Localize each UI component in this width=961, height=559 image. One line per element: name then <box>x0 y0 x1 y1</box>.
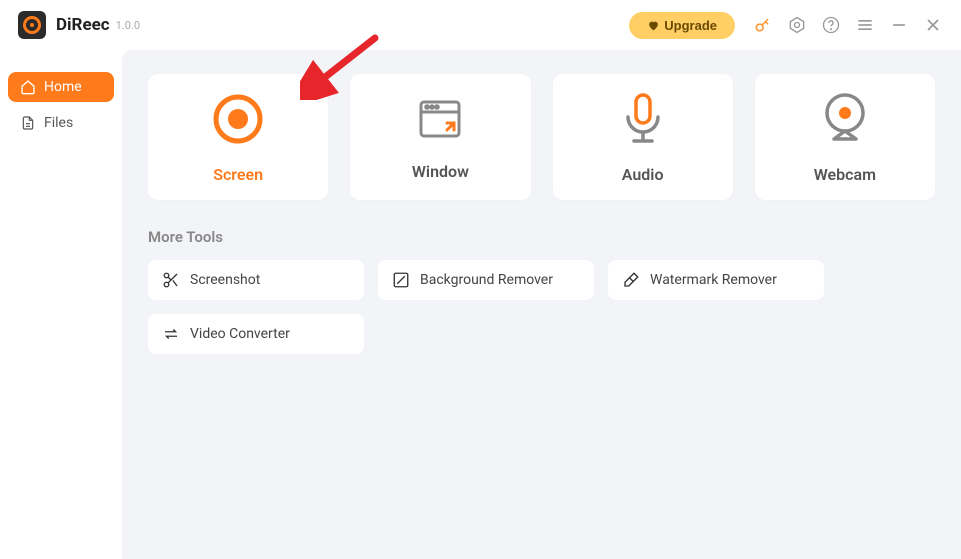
card-window[interactable]: Window <box>350 74 530 200</box>
card-label: Webcam <box>814 165 876 184</box>
tool-label: Screenshot <box>190 272 260 288</box>
upgrade-label: Upgrade <box>664 18 717 33</box>
help-icon[interactable] <box>821 15 841 35</box>
minimize-icon[interactable] <box>889 15 909 35</box>
card-label: Screen <box>213 165 263 184</box>
app-logo <box>18 11 46 39</box>
home-icon <box>20 79 36 95</box>
settings-icon[interactable] <box>787 15 807 35</box>
titlebar: DiReec 1.0.0 Upgrade <box>0 0 961 50</box>
card-audio[interactable]: Audio <box>553 74 733 200</box>
upgrade-button[interactable]: Upgrade <box>629 12 735 39</box>
menu-icon[interactable] <box>855 15 875 35</box>
card-webcam[interactable]: Webcam <box>755 74 935 200</box>
app-name: DiReec <box>56 15 110 35</box>
tool-label: Watermark Remover <box>650 272 777 288</box>
scissors-icon <box>162 271 180 289</box>
card-label: Window <box>412 162 469 181</box>
sidebar-item-files[interactable]: Files <box>8 108 114 138</box>
convert-icon <box>162 325 180 343</box>
card-screen[interactable]: Screen <box>148 74 328 200</box>
tool-screenshot[interactable]: Screenshot <box>148 260 364 300</box>
sidebar: Home Files <box>0 50 122 559</box>
window-icon <box>415 94 465 144</box>
sidebar-item-home[interactable]: Home <box>8 72 114 102</box>
app-version: 1.0.0 <box>116 19 140 32</box>
microphone-icon <box>618 91 668 147</box>
close-icon[interactable] <box>923 15 943 35</box>
main-content: Screen Window <box>122 50 961 559</box>
tool-video-converter[interactable]: Video Converter <box>148 314 364 354</box>
tool-watermark-remover[interactable]: Watermark Remover <box>608 260 824 300</box>
webcam-icon <box>820 91 870 147</box>
eraser-icon <box>622 271 640 289</box>
heart-icon <box>647 19 660 32</box>
tool-label: Background Remover <box>420 272 553 288</box>
tool-background-remover[interactable]: Background Remover <box>378 260 594 300</box>
card-label: Audio <box>622 165 664 184</box>
sidebar-item-label: Files <box>44 115 73 131</box>
bg-remove-icon <box>392 271 410 289</box>
tool-label: Video Converter <box>190 326 290 342</box>
key-icon[interactable] <box>753 15 773 35</box>
sidebar-item-label: Home <box>44 79 82 95</box>
file-icon <box>20 115 36 131</box>
screen-record-icon <box>210 91 266 147</box>
more-tools-title: More Tools <box>148 228 935 246</box>
